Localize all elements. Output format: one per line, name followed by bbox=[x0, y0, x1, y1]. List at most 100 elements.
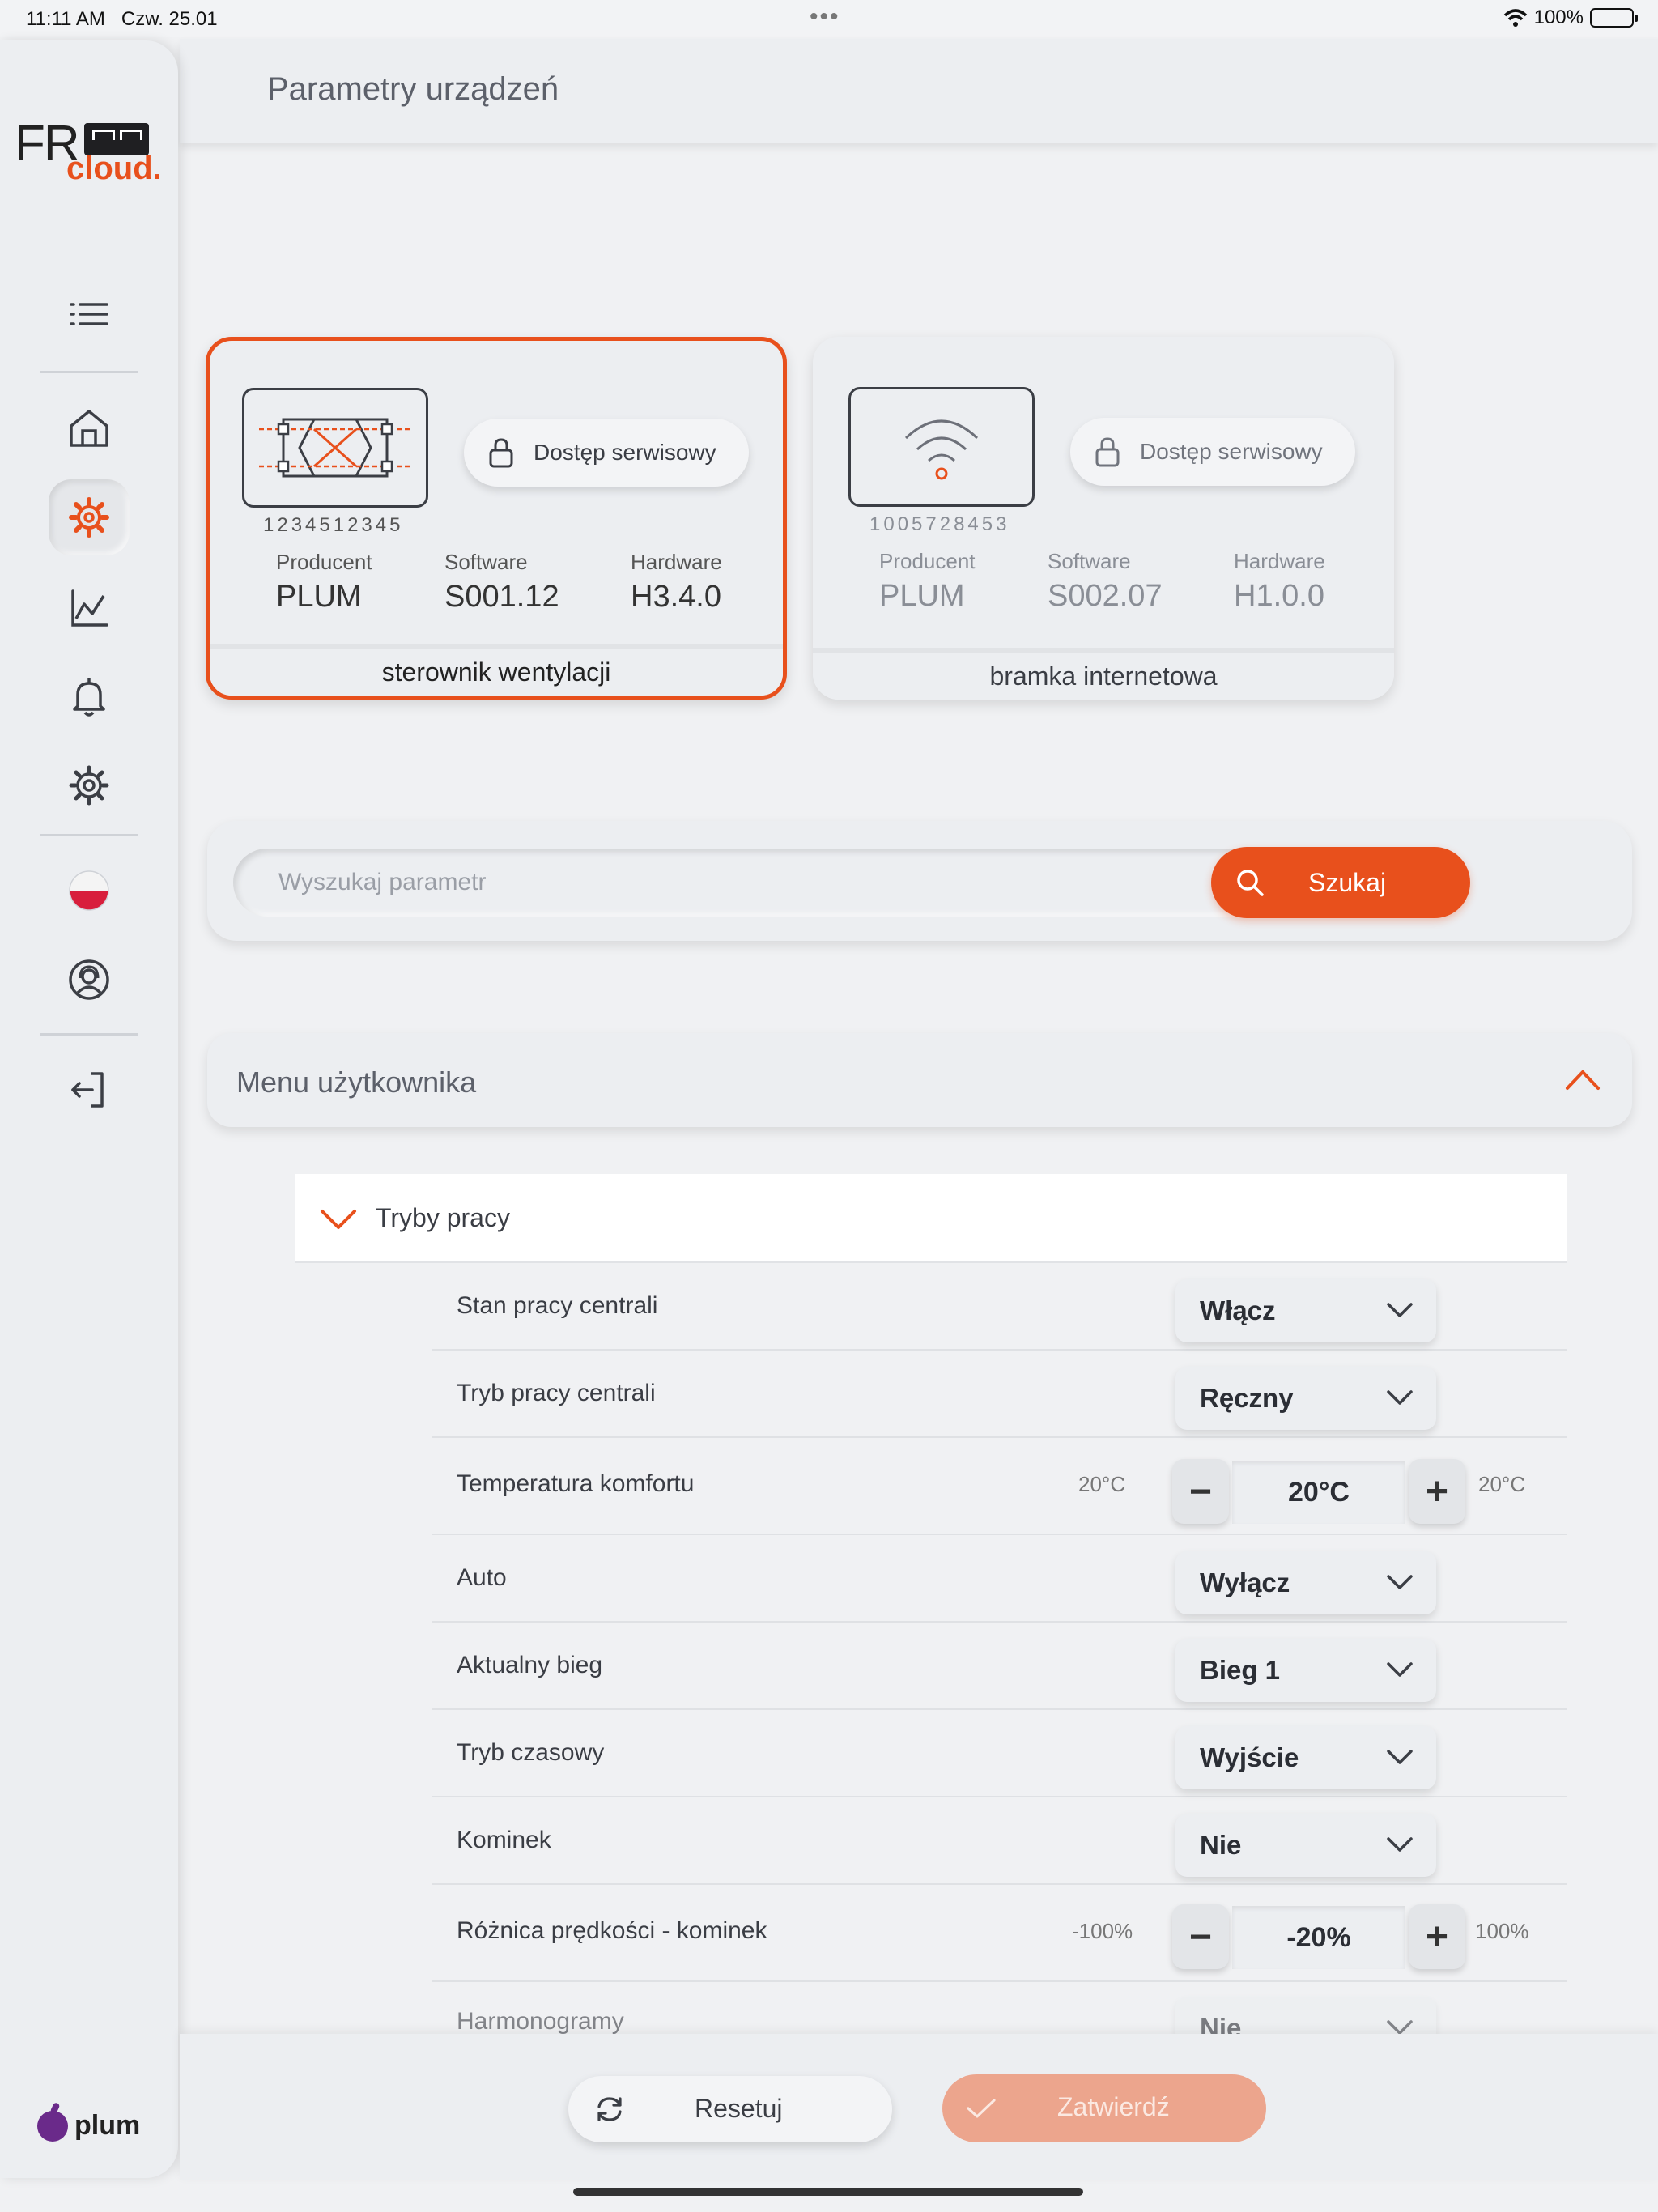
producer-field: Producent PLUM bbox=[276, 550, 372, 614]
confirm-button[interactable]: Zatwierdź bbox=[942, 2074, 1266, 2142]
param-select[interactable]: Ręczny bbox=[1175, 1367, 1436, 1430]
chevron-down-icon bbox=[1387, 1750, 1413, 1764]
param-label: Temperatura komfortu bbox=[457, 1470, 695, 1497]
menu-list-icon[interactable] bbox=[49, 277, 130, 358]
param-select[interactable]: Nie bbox=[1175, 1997, 1436, 2034]
bottom-action-bar: Resetuj Zatwierdź bbox=[180, 2034, 1658, 2180]
check-icon bbox=[967, 2099, 996, 2118]
reset-button[interactable]: Resetuj bbox=[568, 2076, 892, 2142]
logout-icon[interactable] bbox=[49, 1049, 130, 1130]
search-input[interactable] bbox=[233, 849, 1286, 917]
param-label: Kominek bbox=[457, 1827, 551, 1853]
chevron-down-icon bbox=[1387, 1390, 1413, 1405]
service-access-button[interactable]: Dostęp serwisowy bbox=[1070, 418, 1355, 486]
service-access-button[interactable]: Dostęp serwisowy bbox=[464, 419, 749, 487]
device-card-gateway[interactable]: 1005728453 Dostęp serwisowy Producent PLU… bbox=[813, 337, 1394, 700]
reset-label: Resetuj bbox=[695, 2094, 783, 2123]
param-row: Kominek Nie bbox=[432, 1797, 1567, 1885]
param-max: 100% bbox=[1475, 1919, 1529, 1943]
plum-logo: plum bbox=[37, 2110, 140, 2142]
sidebar-divider bbox=[40, 371, 138, 373]
param-row: Tryb czasowy Wyjście bbox=[432, 1710, 1567, 1797]
flag-pl-icon[interactable] bbox=[49, 850, 130, 931]
search-icon bbox=[1237, 870, 1264, 896]
recuperator-icon bbox=[242, 388, 428, 508]
param-select[interactable]: Nie bbox=[1175, 1814, 1436, 1877]
battery-percent: 100% bbox=[1533, 6, 1584, 28]
param-min: 20°C bbox=[1078, 1472, 1126, 1496]
bell-icon[interactable] bbox=[49, 656, 130, 737]
stepper-value: -20% bbox=[1232, 1906, 1405, 1969]
lock-icon bbox=[489, 438, 513, 468]
increment-button[interactable]: + bbox=[1409, 1904, 1465, 1969]
param-stepper: − 20°C + bbox=[1172, 1459, 1465, 1525]
group-title: Tryby pracy bbox=[376, 1203, 510, 1232]
home-indicator[interactable] bbox=[573, 2188, 1083, 2196]
page-header: Parametry urządzeń bbox=[180, 39, 1658, 143]
chevron-down-icon bbox=[1387, 2020, 1413, 2034]
multitask-dots[interactable]: ••• bbox=[810, 3, 840, 31]
sidebar-divider bbox=[40, 834, 138, 836]
chevron-down-icon bbox=[1387, 1303, 1413, 1317]
device-card-ventilation[interactable]: 1234512345 Dostęp serwisowy Producent PLU… bbox=[206, 337, 787, 700]
device-settings-icon[interactable] bbox=[49, 479, 130, 555]
param-row: Stan pracy centrali Włącz bbox=[432, 1263, 1567, 1351]
sidebar: FR cloud. plum bbox=[0, 40, 178, 2178]
home-icon[interactable] bbox=[49, 387, 130, 468]
decrement-button[interactable]: − bbox=[1172, 1459, 1229, 1524]
wifi-gateway-icon bbox=[848, 387, 1035, 507]
param-select[interactable]: Włącz bbox=[1175, 1279, 1436, 1342]
status-bar: 11:11 AM Czw. 25.01 ••• 100% bbox=[0, 0, 1658, 37]
gear-icon[interactable] bbox=[49, 745, 130, 826]
param-row: Tryb pracy centrali Ręczny bbox=[432, 1351, 1567, 1438]
sidebar-divider bbox=[40, 1033, 138, 1036]
service-access-label: Dostęp serwisowy bbox=[1140, 439, 1323, 464]
status-right: 100% bbox=[1503, 6, 1638, 29]
param-label: Auto bbox=[457, 1564, 507, 1591]
search-button[interactable]: Szukaj bbox=[1211, 847, 1470, 918]
param-row: Temperatura komfortu 20°C − 20°C + 20°C bbox=[432, 1438, 1567, 1535]
search-panel: Szukaj bbox=[207, 821, 1632, 941]
hardware-field: Hardware H1.0.0 bbox=[1234, 549, 1325, 613]
param-label: Harmonogramy bbox=[457, 2008, 624, 2034]
software-field: Software S002.07 bbox=[1048, 549, 1163, 613]
chevron-down-icon bbox=[1387, 1837, 1413, 1852]
search-button-label: Szukaj bbox=[1308, 867, 1387, 897]
decrement-button[interactable]: − bbox=[1172, 1904, 1229, 1969]
param-stepper: − -20% + bbox=[1172, 1904, 1465, 1971]
param-row: Różnica prędkości - kominek -100% − -20%… bbox=[432, 1885, 1567, 1982]
param-label: Różnica prędkości - kominek bbox=[457, 1917, 767, 1944]
device-serial: 1005728453 bbox=[869, 513, 1010, 535]
param-row: Harmonogramy Nie bbox=[432, 1982, 1567, 2034]
chevron-up-icon[interactable] bbox=[1564, 1062, 1601, 1095]
param-select[interactable]: Bieg 1 bbox=[1175, 1639, 1436, 1702]
support-agent-icon[interactable] bbox=[49, 939, 130, 1020]
chevron-down-icon[interactable] bbox=[319, 1203, 358, 1236]
device-serial: 1234512345 bbox=[263, 514, 404, 536]
stepper-value: 20°C bbox=[1232, 1461, 1405, 1524]
param-select[interactable]: Wyjście bbox=[1175, 1726, 1436, 1789]
param-label: Tryb czasowy bbox=[457, 1739, 605, 1766]
param-max: 20°C bbox=[1478, 1472, 1526, 1496]
increment-button[interactable]: + bbox=[1409, 1459, 1465, 1524]
producer-field: Producent PLUM bbox=[879, 549, 976, 613]
param-select[interactable]: Wyłącz bbox=[1175, 1551, 1436, 1614]
status-time: 11:11 AM Czw. 25.01 bbox=[26, 8, 218, 30]
page-title: Parametry urządzeń bbox=[267, 71, 559, 107]
lock-icon bbox=[1095, 437, 1120, 467]
accordion-title: Menu użytkownika bbox=[236, 1066, 477, 1099]
param-row: Auto Wyłącz bbox=[432, 1535, 1567, 1623]
confirm-label: Zatwierdź bbox=[1057, 2092, 1170, 2121]
freecloud-logo: FR cloud. bbox=[15, 116, 162, 186]
user-menu-accordion[interactable]: Menu użytkownika bbox=[207, 1033, 1632, 1127]
param-label: Stan pracy centrali bbox=[457, 1292, 658, 1319]
service-access-label: Dostęp serwisowy bbox=[534, 440, 716, 465]
device-name: bramka internetowa bbox=[813, 648, 1394, 700]
device-name: sterownik wentylacji bbox=[210, 644, 783, 696]
chart-icon[interactable] bbox=[49, 568, 130, 649]
wifi-icon bbox=[1503, 9, 1527, 27]
param-label: Aktualny bieg bbox=[457, 1652, 603, 1678]
param-min: -100% bbox=[1072, 1919, 1133, 1943]
param-row: Aktualny bieg Bieg 1 bbox=[432, 1623, 1567, 1710]
group-work-modes[interactable]: Tryby pracy bbox=[295, 1174, 1567, 1263]
